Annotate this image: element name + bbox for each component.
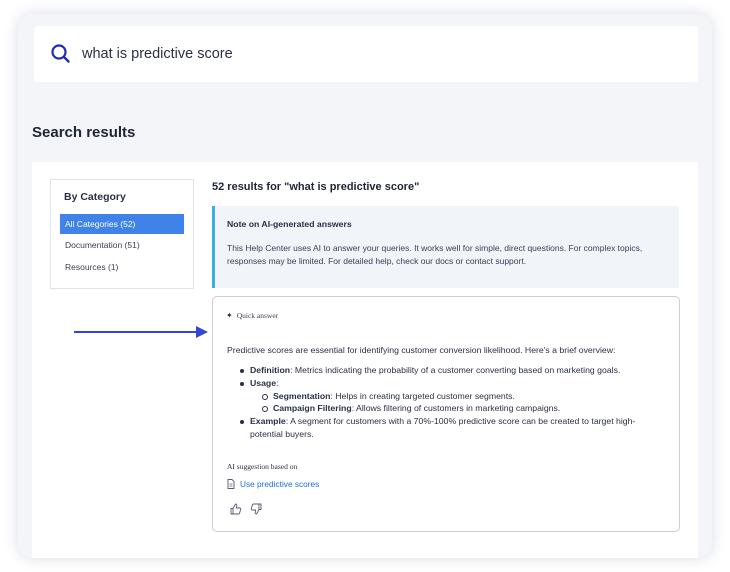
thumbs-down-icon[interactable] bbox=[250, 502, 262, 515]
category-item-resources[interactable]: Resources (1) bbox=[60, 257, 184, 277]
search-icon[interactable] bbox=[50, 43, 72, 65]
point-term: Definition bbox=[250, 365, 291, 375]
results-panel: By Category All Categories (52) Document… bbox=[32, 162, 698, 558]
quick-answer-card: ✦ Quick answer Predictive scores are ess… bbox=[212, 296, 680, 532]
pointer-arrow bbox=[74, 326, 208, 338]
category-filter: By Category All Categories (52) Document… bbox=[50, 179, 194, 289]
quick-answer-label-text: Quick answer bbox=[236, 311, 279, 320]
source-link[interactable]: Use predictive scores bbox=[227, 479, 319, 489]
document-icon bbox=[227, 479, 235, 489]
point-text: : Metrics indicating the probability of … bbox=[290, 365, 621, 375]
point-text: : Helps in creating targeted customer se… bbox=[330, 390, 515, 401]
point-term: Segmentation bbox=[273, 390, 331, 401]
point-text: : bbox=[276, 377, 279, 388]
point-text: : Allows filtering of customers in marke… bbox=[351, 403, 561, 414]
point-term: Usage bbox=[250, 377, 277, 388]
quick-answer-intro: Predictive scores are essential for iden… bbox=[227, 345, 616, 355]
source-link-label[interactable]: Use predictive scores bbox=[240, 479, 319, 489]
category-item-documentation[interactable]: Documentation (51) bbox=[60, 235, 184, 255]
list-item: Usage: bbox=[227, 377, 667, 390]
category-filter-title: By Category bbox=[64, 191, 126, 203]
thumbs-up-icon[interactable] bbox=[230, 502, 242, 515]
point-text: : A segment for customers with a 70%-100… bbox=[285, 416, 636, 427]
ai-note: Note on AI-generated answers This Help C… bbox=[212, 206, 679, 288]
category-item-all[interactable]: All Categories (52) bbox=[60, 214, 184, 234]
list-item: Example: A segment for customers with a … bbox=[227, 415, 667, 441]
ai-note-title: Note on AI-generated answers bbox=[227, 219, 352, 229]
quick-answer-points: Definition: Metrics indicating the proba… bbox=[227, 364, 667, 441]
sparkle-icon: ✦ bbox=[226, 311, 233, 320]
page-title: Search results bbox=[32, 124, 136, 141]
feedback-buttons bbox=[230, 502, 262, 515]
list-item: Campaign Filtering: Allows filtering of … bbox=[227, 402, 667, 415]
point-text-continued: potential buyers. bbox=[250, 428, 314, 439]
search-bar[interactable] bbox=[34, 26, 698, 82]
ai-source-label: AI suggestion based on bbox=[227, 462, 298, 471]
quick-answer-label: ✦ Quick answer bbox=[226, 311, 278, 320]
search-input[interactable] bbox=[82, 46, 642, 62]
list-item: Definition: Metrics indicating the proba… bbox=[227, 364, 667, 377]
ai-note-body: This Help Center uses AI to answer your … bbox=[227, 243, 643, 266]
point-term: Example bbox=[250, 416, 286, 427]
results-count: 52 results for "what is predictive score… bbox=[212, 181, 420, 193]
list-item: Segmentation: Helps in creating targeted… bbox=[227, 390, 667, 403]
help-center-window: Search results By Category All Categorie… bbox=[18, 14, 712, 558]
point-term: Campaign Filtering bbox=[273, 403, 352, 414]
